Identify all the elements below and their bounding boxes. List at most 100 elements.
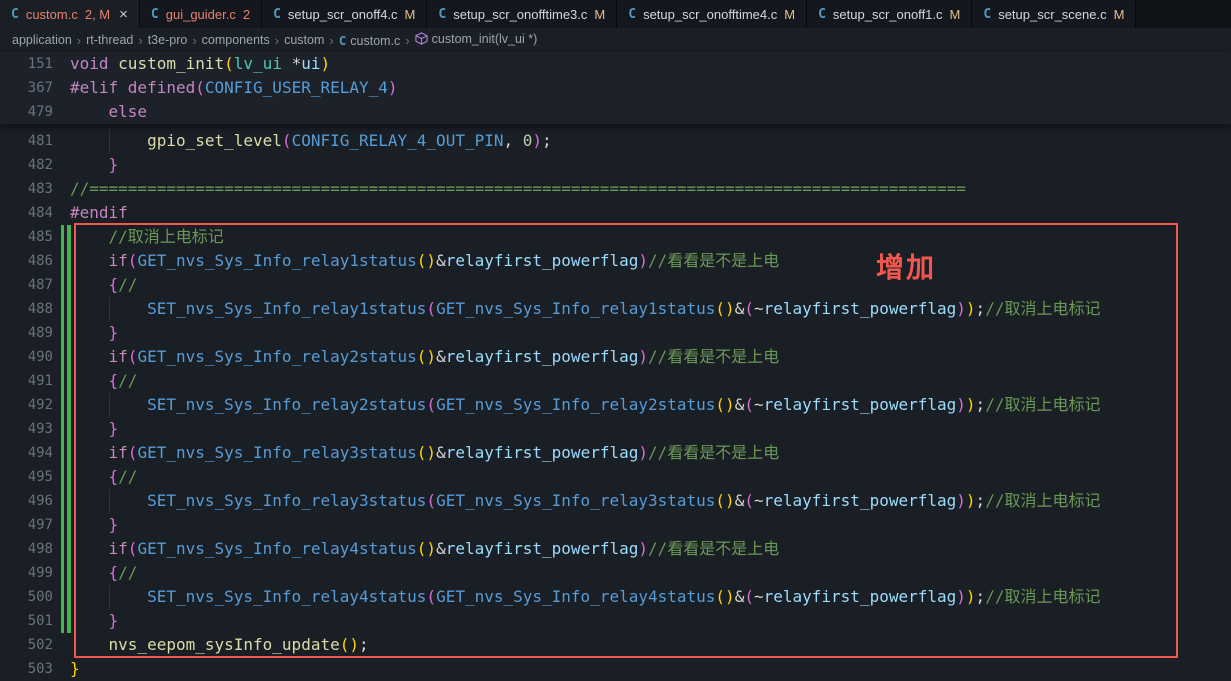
tab-decoration-badge: M [594,7,605,22]
code-text: } [70,321,118,345]
tab-setup_scr_scene.c[interactable]: Csetup_scr_scene.c M [972,0,1136,28]
line-number: 490 [0,345,53,369]
code-line-496[interactable]: 496 SET_nvs_Sys_Info_relay3status(GET_nv… [0,489,1231,513]
git-added-gutter-bar [61,225,64,633]
code-line-494[interactable]: 494 if(GET_nvs_Sys_Info_relay3status()&r… [0,441,1231,465]
tab-decoration-badge: M [950,7,961,22]
code-editor[interactable]: 481 gpio_set_level(CONFIG_RELAY_4_OUT_PI… [0,52,1231,678]
code-line-488[interactable]: 488 SET_nvs_Sys_Info_relay1status(GET_nv… [0,297,1231,321]
tab-setup_scr_onoff4.c[interactable]: Csetup_scr_onoff4.cM [262,0,427,28]
code-text: SET_nvs_Sys_Info_relay1status(GET_nvs_Sy… [70,297,1100,321]
code-line-498[interactable]: 498 if(GET_nvs_Sys_Info_relay4status()&r… [0,537,1231,561]
tab-label: setup_scr_onofftime4.c [643,7,777,22]
line-number: 487 [0,273,53,297]
c-file-icon: C [273,7,281,22]
code-line-493[interactable]: 493 } [0,417,1231,441]
tab-label: custom.c [26,7,78,22]
line-number: 491 [0,369,53,393]
tab-decoration-badge: 2 [243,7,250,22]
breadcrumb-item-custom[interactable]: custom [284,33,324,47]
line-number: 485 [0,225,53,249]
code-line-367[interactable]: 367#elif defined(CONFIG_USER_RELAY_4) [0,76,1231,100]
code-lines: 481 gpio_set_level(CONFIG_RELAY_4_OUT_PI… [0,124,1231,681]
tab-setup_scr_onoff1.c[interactable]: Csetup_scr_onoff1.c M [807,0,972,28]
tab-label: setup_scr_scene.c [998,7,1106,22]
c-file-icon: C [438,7,446,22]
line-number: 481 [0,129,53,153]
code-line-490[interactable]: 490 if(GET_nvs_Sys_Info_relay2status()&r… [0,345,1231,369]
breadcrumb-item-symbol[interactable]: custom_init(lv_ui *) [415,32,538,48]
line-number: 488 [0,297,53,321]
breadcrumb-item-file[interactable]: Ccustom.c [339,33,401,48]
line-number: 493 [0,417,53,441]
code-text: gpio_set_level(CONFIG_RELAY_4_OUT_PIN, 0… [70,129,552,153]
line-number: 492 [0,393,53,417]
code-line-502[interactable]: 502 nvs_eepom_sysInfo_update(); [0,633,1231,657]
editor-tab-bar: Ccustom.c2, M×Cgui_guider.c2Csetup_scr_o… [0,0,1231,28]
code-text: } [70,417,118,441]
code-line-491[interactable]: 491 {// [0,369,1231,393]
code-line-499[interactable]: 499 {// [0,561,1231,585]
code-line-501[interactable]: 501 } [0,609,1231,633]
c-file-icon: C [818,7,826,22]
line-number: 479 [0,100,53,124]
line-number: 151 [0,52,53,76]
code-line-500[interactable]: 500 SET_nvs_Sys_Info_relay4status(GET_nv… [0,585,1231,609]
code-text: SET_nvs_Sys_Info_relay4status(GET_nvs_Sy… [70,585,1100,609]
code-line-481[interactable]: 481 gpio_set_level(CONFIG_RELAY_4_OUT_PI… [0,129,1231,153]
code-line-492[interactable]: 492 SET_nvs_Sys_Info_relay2status(GET_nv… [0,393,1231,417]
code-text: if(GET_nvs_Sys_Info_relay3status()&relay… [70,441,779,465]
line-number: 503 [0,657,53,681]
line-number: 502 [0,633,53,657]
line-number: 484 [0,201,53,225]
code-line-486[interactable]: 486 if(GET_nvs_Sys_Info_relay1status()&r… [0,249,1231,273]
code-line-495[interactable]: 495 {// [0,465,1231,489]
chevron-right-icon: › [77,33,81,48]
code-line-497[interactable]: 497 } [0,513,1231,537]
close-icon[interactable]: × [119,7,128,22]
code-text: //======================================… [70,177,966,201]
code-line-482[interactable]: 482 } [0,153,1231,177]
code-line-479[interactable]: 479 else [0,100,1231,124]
line-number: 498 [0,537,53,561]
tab-setup_scr_onofftime3.c[interactable]: Csetup_scr_onofftime3.c M [427,0,617,28]
chevron-right-icon: › [275,33,279,48]
code-text: else [70,100,147,124]
sticky-scroll: 151void custom_init(lv_ui *ui)367#elif d… [0,52,1231,124]
code-line-503[interactable]: 503} [0,657,1231,681]
c-file-icon: C [151,7,159,22]
chevron-right-icon: › [192,33,196,48]
c-file-icon: C [11,7,19,22]
code-line-483[interactable]: 483//===================================… [0,177,1231,201]
git-added-gutter-bar [67,225,71,633]
tab-custom.c[interactable]: Ccustom.c2, M× [0,0,140,28]
code-text: SET_nvs_Sys_Info_relay3status(GET_nvs_Sy… [70,489,1100,513]
code-text: //取消上电标记 [70,225,224,249]
tab-label: setup_scr_onofftime3.c [453,7,587,22]
breadcrumb-item-components[interactable]: components [202,33,270,47]
tab-gui_guider.c[interactable]: Cgui_guider.c2 [140,0,262,28]
line-number: 489 [0,321,53,345]
code-line-485[interactable]: 485 //取消上电标记 [0,225,1231,249]
tab-label: setup_scr_onoff1.c [833,7,943,22]
code-line-489[interactable]: 489 } [0,321,1231,345]
breadcrumb-item-application[interactable]: application [12,33,72,47]
code-line-484[interactable]: 484#endif [0,201,1231,225]
code-text: if(GET_nvs_Sys_Info_relay1status()&relay… [70,249,779,273]
tab-decoration-badge: M [1114,7,1125,22]
code-text: if(GET_nvs_Sys_Info_relay4status()&relay… [70,537,779,561]
chevron-right-icon: › [329,33,333,48]
code-line-151[interactable]: 151void custom_init(lv_ui *ui) [0,52,1231,76]
code-text: SET_nvs_Sys_Info_relay2status(GET_nvs_Sy… [70,393,1100,417]
code-text: } [70,153,118,177]
c-file-icon: C [983,7,991,22]
line-number: 499 [0,561,53,585]
tab-setup_scr_onofftime4.c[interactable]: Csetup_scr_onofftime4.cM [617,0,807,28]
chevron-right-icon: › [405,33,409,48]
breadcrumb-item-rt-thread[interactable]: rt-thread [86,33,133,47]
line-number: 482 [0,153,53,177]
line-number: 494 [0,441,53,465]
breadcrumb-item-t3e-pro[interactable]: t3e-pro [148,33,188,47]
code-text: } [70,513,118,537]
code-line-487[interactable]: 487 {// [0,273,1231,297]
